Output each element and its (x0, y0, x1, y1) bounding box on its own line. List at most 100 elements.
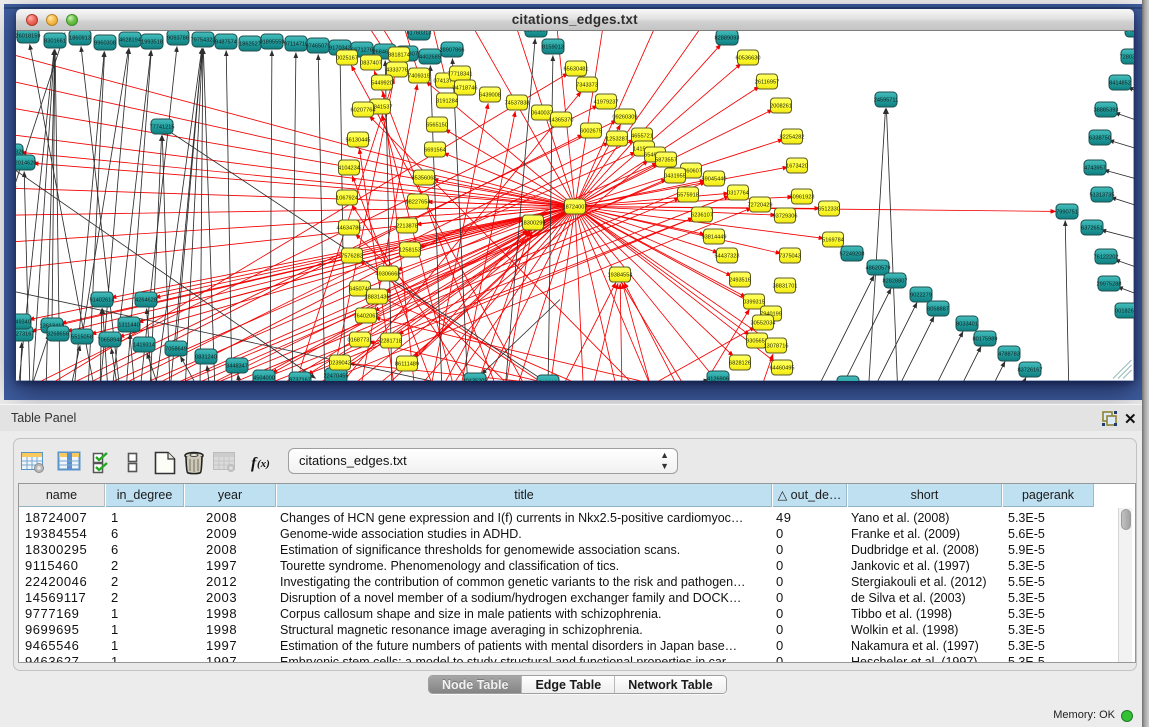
svg-text:9022279: 9022279 (910, 293, 932, 299)
svg-text:70658948: 70658948 (98, 338, 123, 344)
svg-text:48620579: 48620579 (866, 266, 891, 272)
svg-text:83726167: 83726167 (1018, 368, 1043, 374)
svg-text:3448347: 3448347 (226, 364, 248, 370)
svg-text:3268656: 3268656 (47, 332, 69, 338)
svg-text:21590109: 21590109 (524, 31, 549, 34)
svg-text:6236107: 6236107 (691, 213, 713, 219)
svg-text:08227654: 08227654 (406, 200, 431, 206)
svg-text:30435205: 30435205 (463, 379, 488, 381)
svg-text:2493516: 2493516 (729, 278, 751, 284)
svg-text:18724007: 18724007 (563, 205, 588, 211)
svg-text:4126906: 4126906 (707, 377, 729, 381)
svg-text:14365370: 14365370 (549, 118, 574, 124)
svg-text:9960308: 9960308 (94, 41, 116, 47)
svg-text:30552034: 30552034 (751, 321, 776, 327)
svg-text:0399315: 0399315 (743, 300, 765, 306)
svg-text:1993518: 1993518 (141, 40, 163, 46)
svg-text:4402685: 4402685 (419, 55, 441, 61)
svg-text:8301661: 8301661 (44, 39, 66, 45)
svg-text:28907866: 28907866 (440, 48, 465, 54)
svg-text:41979237: 41979237 (594, 100, 619, 106)
svg-text:7409319: 7409319 (408, 74, 430, 80)
svg-text:4104234: 4104234 (338, 166, 360, 172)
svg-text:4504000: 4504000 (253, 376, 275, 381)
svg-text:1673420: 1673420 (786, 164, 808, 170)
svg-text:24595711: 24595711 (874, 98, 898, 104)
svg-text:51313735: 51313735 (1090, 193, 1115, 199)
svg-text:09260309: 09260309 (613, 115, 638, 121)
svg-text:8737167: 8737167 (289, 378, 311, 381)
svg-text:0831240: 0831240 (195, 355, 217, 361)
svg-text:0239042: 0239042 (329, 361, 351, 367)
svg-text:60207764: 60207764 (351, 108, 376, 114)
svg-text:77718341: 77718341 (448, 72, 473, 78)
svg-text:4333776: 4333776 (386, 68, 408, 74)
svg-text:93814449: 93814449 (702, 235, 727, 241)
svg-text:1253287: 1253287 (606, 137, 628, 143)
svg-text:6338750: 6338750 (1089, 136, 1111, 142)
svg-text:29975288: 29975288 (1097, 282, 1122, 288)
svg-text:9487574: 9487574 (215, 40, 237, 46)
svg-text:0025167: 0025167 (336, 56, 358, 62)
svg-text:60536630: 60536630 (736, 56, 761, 62)
svg-text:79754323: 79754323 (191, 38, 216, 44)
svg-text:50961923: 50961923 (790, 195, 815, 201)
svg-text:6439008: 6439008 (479, 93, 501, 99)
svg-text:3191284: 3191284 (436, 99, 458, 105)
svg-text:1419314: 1419314 (133, 343, 155, 349)
svg-text:76402067: 76402067 (354, 314, 379, 320)
svg-text:0431955: 0431955 (664, 174, 686, 180)
svg-text:6565150: 6565150 (426, 123, 448, 129)
svg-text:82889093: 82889093 (715, 36, 740, 42)
svg-text:6002675: 6002675 (580, 129, 602, 135)
svg-text:26116957: 26116957 (755, 80, 779, 86)
svg-text:7576283: 7576283 (341, 254, 363, 260)
svg-text:8818174: 8818174 (388, 53, 410, 59)
svg-text:93729306: 93729306 (773, 214, 798, 220)
svg-text:(x): (x) (257, 458, 270, 470)
svg-text:7343373: 7343373 (576, 83, 598, 89)
svg-text:18300295: 18300295 (521, 221, 546, 227)
svg-text:6512330: 6512330 (818, 207, 840, 213)
svg-text:85356068: 85356068 (412, 176, 437, 182)
svg-text:97465075: 97465075 (306, 44, 331, 50)
svg-text:61760313: 61760313 (407, 31, 432, 37)
svg-text:4628194: 4628194 (119, 38, 141, 44)
svg-text:1860913: 1860913 (69, 36, 91, 42)
svg-text:2281718: 2281718 (380, 339, 402, 345)
svg-text:80175989: 80175989 (973, 337, 998, 343)
svg-text:4264628: 4264628 (135, 298, 157, 304)
svg-text:26018159: 26018159 (16, 34, 40, 40)
svg-text:6372651: 6372651 (1081, 226, 1103, 232)
svg-text:54437323: 54437323 (715, 254, 740, 260)
svg-text:02014620: 02014620 (16, 161, 36, 167)
svg-text:22470455: 22470455 (324, 374, 349, 380)
svg-text:4743957: 4743957 (1084, 166, 1106, 172)
svg-text:1067924: 1067924 (336, 196, 358, 202)
svg-text:57249208: 57249208 (840, 252, 865, 258)
svg-text:5575918: 5575918 (677, 193, 699, 199)
svg-text:28831436: 28831436 (365, 295, 390, 301)
svg-text:72803852: 72803852 (1120, 55, 1134, 61)
svg-text:49306668: 49306668 (376, 272, 401, 278)
svg-text:01687731: 01687731 (348, 338, 373, 344)
svg-text:0317764: 0317764 (727, 191, 749, 197)
svg-text:38831701: 38831701 (773, 284, 798, 290)
svg-text:82828807: 82828807 (883, 279, 908, 285)
svg-text:65630481: 65630481 (564, 67, 589, 73)
svg-text:0434839: 0434839 (1125, 31, 1133, 34)
svg-text:76122202: 76122202 (1094, 255, 1119, 261)
svg-text:77741215: 77741215 (150, 125, 175, 131)
svg-text:5449920: 5449920 (371, 81, 393, 87)
svg-text:64460495: 64460495 (770, 366, 795, 372)
svg-text:82254282: 82254282 (780, 135, 805, 141)
svg-text:7058649: 7058649 (165, 347, 187, 353)
svg-text:01895559: 01895559 (260, 40, 285, 46)
svg-text:13078716: 13078716 (764, 344, 789, 350)
svg-text:8159013: 8159013 (542, 45, 564, 51)
svg-text:2213878: 2213878 (396, 224, 418, 230)
svg-text:0640037: 0640037 (531, 111, 553, 117)
svg-text:1311440: 1311440 (118, 323, 139, 329)
svg-text:86111489: 86111489 (395, 362, 419, 368)
svg-text:8033401: 8033401 (956, 322, 978, 328)
